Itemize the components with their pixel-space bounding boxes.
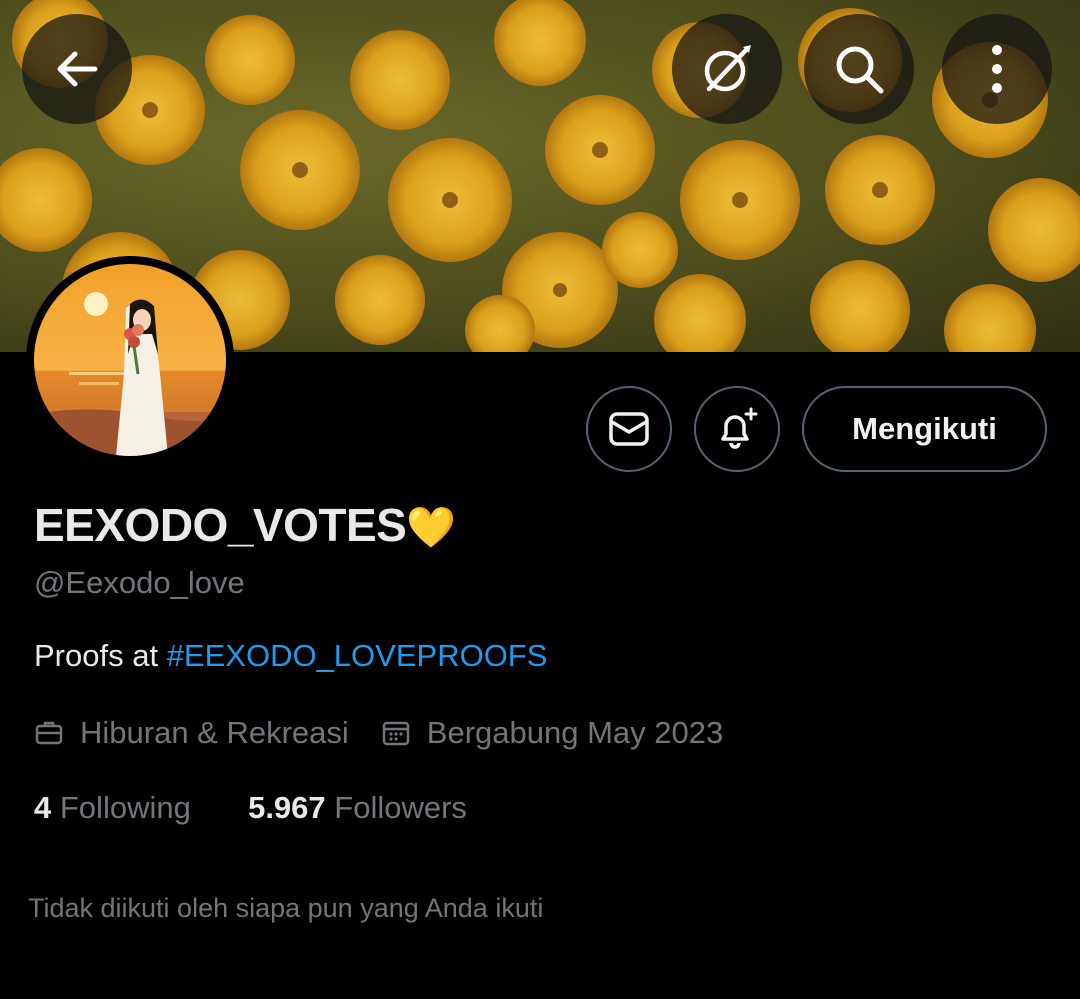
- following-count: 4: [34, 790, 52, 825]
- followers-count: 5.967: [248, 790, 326, 825]
- arrow-left-icon: [57, 51, 98, 87]
- profile-meta: Hiburan & Rekreasi Bergabung May 2023: [34, 715, 723, 751]
- message-button[interactable]: [586, 386, 672, 472]
- more-vertical-icon: [992, 45, 1002, 93]
- not-followed-note: Tidak diikuti oleh siapa pun yang Anda i…: [28, 893, 544, 923]
- bio-text: Proofs at: [34, 638, 167, 673]
- profile-avatar[interactable]: [26, 256, 234, 464]
- grok-icon: [704, 45, 751, 92]
- bio-hashtag-link[interactable]: #EEXODO_LOVEPROOFS: [167, 638, 548, 673]
- joined-date: Bergabung May 2023: [426, 715, 724, 750]
- profile-bio: Proofs at #EEXODO_LOVEPROOFS: [34, 638, 547, 674]
- followers-label: Followers: [334, 790, 467, 825]
- calendar-icon: [381, 718, 411, 748]
- grok-button[interactable]: [672, 14, 782, 124]
- display-name: EEXODO_VOTES💛: [34, 498, 456, 552]
- back-button[interactable]: [22, 14, 132, 124]
- search-icon: [836, 46, 884, 94]
- bell-plus-icon: [721, 407, 758, 449]
- avatar-image: [34, 264, 226, 456]
- mail-icon: [609, 412, 649, 446]
- search-button[interactable]: [804, 14, 914, 124]
- following-link[interactable]: 4 Following: [34, 790, 199, 825]
- yellow-heart-emoji: 💛: [406, 506, 456, 550]
- display-name-text: EEXODO_VOTES: [34, 499, 407, 551]
- notify-button[interactable]: [694, 386, 780, 472]
- following-button[interactable]: Mengikuti: [802, 386, 1047, 472]
- followers-link[interactable]: 5.967 Followers: [248, 790, 467, 825]
- more-options-button[interactable]: [942, 14, 1052, 124]
- profile-handle: @Eexodo_love: [34, 565, 245, 600]
- profile-stats: 4 Following 5.967 Followers: [34, 790, 467, 826]
- following-label: Following: [59, 790, 191, 825]
- briefcase-icon: [34, 718, 64, 748]
- profile-category: Hiburan & Rekreasi: [80, 715, 349, 750]
